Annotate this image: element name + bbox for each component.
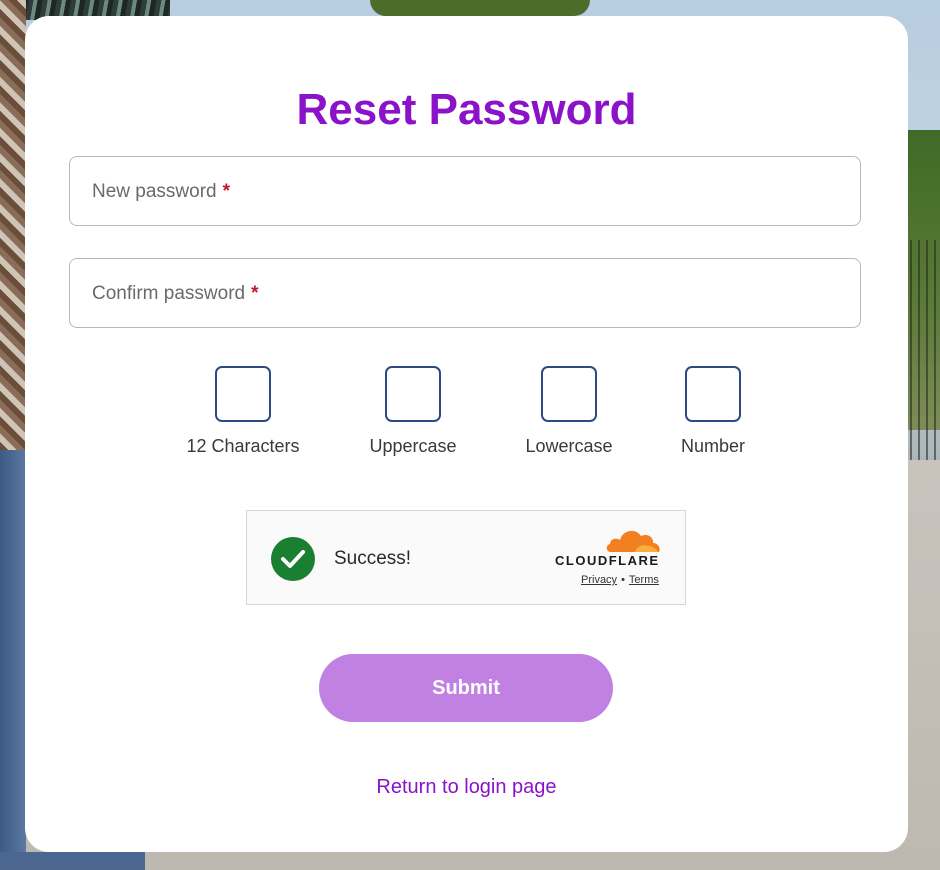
submit-button[interactable]: Submit [319,654,613,722]
reset-password-card: Reset Password New password * Confirm pas… [25,16,908,852]
requirement-label: Lowercase [525,436,613,456]
requirement-label: Number [680,436,746,456]
cloudflare-links: Privacy • Terms [581,574,659,586]
cloudflare-cloud-icon [606,530,660,552]
background-person-shirt [0,0,26,450]
requirement-lowercase: Lowercase [489,366,649,457]
new-password-label: New password * [92,181,231,202]
requirement-checkbox [215,366,271,422]
privacy-link[interactable]: Privacy [581,574,617,586]
requirement-label: 12 Characters [186,436,300,456]
background-person-jeans [0,450,26,870]
page-title: Reset Password [296,85,637,134]
password-requirements: 12 Characters Uppercase Lowercase Number [25,366,908,476]
cloudflare-wordmark: CLOUDFLARE [555,553,660,568]
cloudflare-logo[interactable]: CLOUDFLARE [553,527,665,573]
new-password-field[interactable]: New password * [69,156,861,226]
terms-link[interactable]: Terms [629,574,659,586]
requirement-12-characters: 12 Characters [163,366,323,457]
confirm-password-label: Confirm password * [92,283,259,304]
requirement-label: Uppercase [369,436,457,456]
return-to-login-link[interactable]: Return to login page [25,776,908,799]
background-person-jeans-bottom [0,852,145,870]
cloudflare-turnstile-widget[interactable]: Success! CLOUDFLARE Privacy • Terms [246,510,686,605]
requirement-uppercase: Uppercase [333,366,493,457]
required-marker: * [251,283,259,304]
captcha-status-text: Success! [334,548,412,569]
link-separator: • [621,574,625,586]
required-marker: * [222,181,231,202]
requirement-checkbox [685,366,741,422]
checkmark-circle-icon [271,537,315,581]
requirement-checkbox [541,366,597,422]
confirm-password-field[interactable]: Confirm password * [69,258,861,328]
background-trees [370,0,590,16]
requirement-number: Number [633,366,793,457]
background-fence [910,240,940,460]
requirement-checkbox [385,366,441,422]
